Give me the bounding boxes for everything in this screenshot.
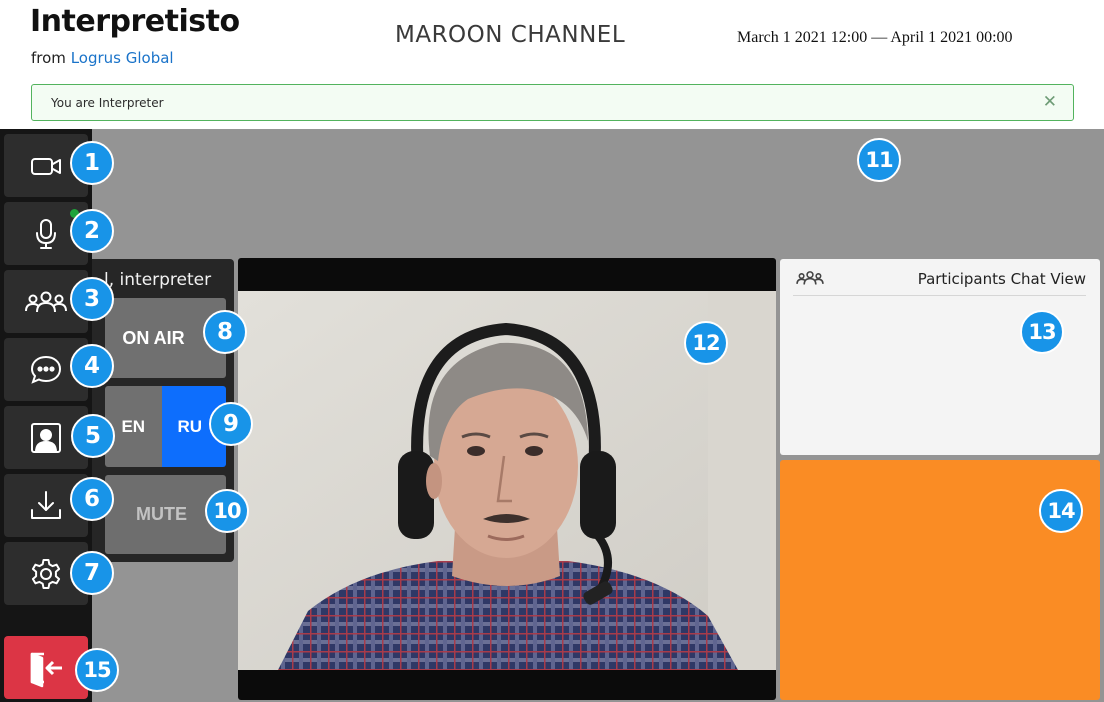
- chat-bubble-icon: [30, 355, 62, 384]
- language-en-button[interactable]: EN: [105, 386, 162, 467]
- microphone-icon: [36, 218, 56, 249]
- marker-12: 12: [684, 321, 728, 365]
- marker-15: 15: [75, 648, 119, 692]
- participants-icon: [25, 291, 67, 312]
- marker-4: 4: [70, 344, 114, 388]
- chat-header: Participants Chat View: [793, 259, 1086, 296]
- download-icon: [31, 490, 61, 519]
- marker-1: 1: [70, 141, 114, 185]
- from-prefix: from: [31, 49, 66, 67]
- marker-14: 14: [1039, 489, 1083, 533]
- language-switch: EN RU: [105, 386, 226, 467]
- participants-icon: [796, 271, 824, 285]
- marker-6: 6: [70, 477, 114, 521]
- marker-8: 8: [203, 310, 247, 354]
- from-line: from Logrus Global: [31, 49, 174, 67]
- marker-13: 13: [1020, 310, 1064, 354]
- company-link[interactable]: Logrus Global: [71, 49, 174, 67]
- alert-text: You are Interpreter: [51, 96, 164, 110]
- user-portrait-icon: [31, 422, 61, 453]
- role-alert: You are Interpreter ✕: [31, 84, 1074, 121]
- marker-11: 11: [857, 138, 901, 182]
- interpreter-label: l, interpreter: [104, 270, 212, 290]
- date-range: March 1 2021 12:00 — April 1 2021 00:00: [737, 29, 1013, 46]
- marker-5: 5: [71, 414, 115, 458]
- marker-2: 2: [70, 209, 114, 253]
- marker-3: 3: [70, 277, 114, 321]
- channel-name: MAROON CHANNEL: [395, 22, 626, 48]
- chat-title: Participants Chat View: [917, 270, 1086, 288]
- close-icon[interactable]: ✕: [1043, 92, 1057, 112]
- marker-10: 10: [205, 489, 249, 533]
- marker-7: 7: [70, 551, 114, 595]
- exit-door-icon: [30, 652, 62, 687]
- gear-icon: [31, 558, 61, 589]
- app-title: Interpretisto: [30, 4, 240, 39]
- video-camera-icon: [31, 157, 61, 175]
- participants-chat-panel: Participants Chat View: [780, 259, 1100, 455]
- marker-9: 9: [209, 402, 253, 446]
